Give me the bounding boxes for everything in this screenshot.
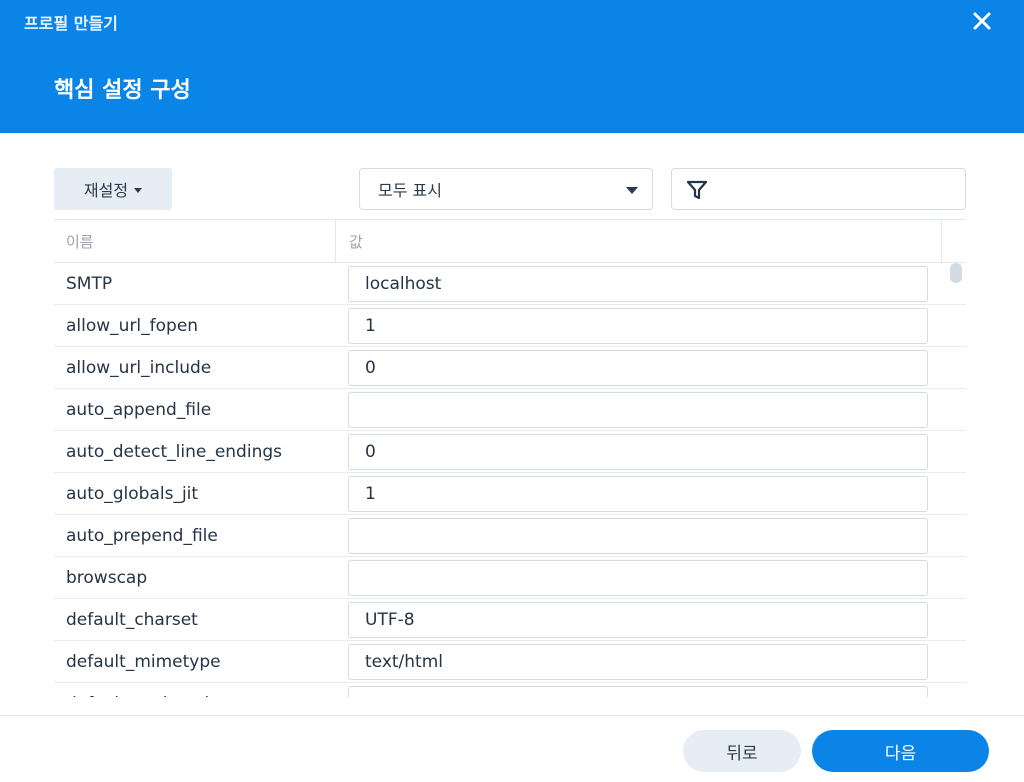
setting-name: default_socket_timeout (66, 683, 264, 697)
column-divider[interactable] (335, 220, 336, 262)
setting-value-input[interactable] (348, 392, 928, 428)
filter-icon (686, 179, 708, 201)
vertical-scrollbar[interactable] (950, 263, 962, 283)
table-row: allow_url_fopen (54, 305, 966, 347)
window-title: 프로필 만들기 (24, 14, 118, 33)
column-divider (941, 220, 942, 262)
caret-down-icon (134, 187, 143, 193)
grid-rows: SMTP allow_url_fopen allow_url_include a… (54, 263, 966, 697)
table-row: default_charset (54, 599, 966, 641)
back-button[interactable]: 뒤로 (683, 730, 801, 772)
setting-name: auto_append_file (66, 400, 212, 420)
setting-name: auto_globals_jit (66, 484, 199, 504)
reset-label: 재설정 (83, 181, 129, 200)
setting-value-input[interactable] (348, 308, 928, 344)
setting-name: allow_url_include (66, 358, 212, 378)
setting-name: allow_url_fopen (66, 316, 199, 336)
setting-name: auto_prepend_file (66, 526, 218, 546)
grid-header: 이름 값 (54, 219, 966, 263)
table-row: SMTP (54, 263, 966, 305)
setting-value-input[interactable] (348, 476, 928, 512)
table-row: browscap (54, 557, 966, 599)
table-row: allow_url_include (54, 347, 966, 389)
table-row: default_socket_timeout (54, 683, 966, 697)
setting-name: default_charset (66, 610, 198, 630)
show-select-value: 모두 표시 (378, 181, 442, 200)
next-button[interactable]: 다음 (812, 730, 989, 772)
setting-value-input[interactable] (348, 560, 928, 596)
toolbar: 재설정 모두 표시 (0, 168, 1024, 210)
table-row: auto_prepend_file (54, 515, 966, 557)
setting-value-input[interactable] (348, 644, 928, 680)
column-header-name[interactable]: 이름 (66, 220, 94, 262)
chevron-down-icon (626, 187, 638, 194)
setting-name: SMTP (66, 274, 113, 294)
close-icon[interactable] (970, 9, 994, 33)
footer-divider (0, 715, 1024, 716)
setting-value-input[interactable] (348, 518, 928, 554)
dialog-header: 프로필 만들기 핵심 설정 구성 (0, 0, 1024, 133)
table-row: auto_detect_line_endings (54, 431, 966, 473)
table-row: default_mimetype (54, 641, 966, 683)
setting-name: default_mimetype (66, 652, 221, 672)
filter-input[interactable] (716, 170, 956, 208)
setting-value-input[interactable] (348, 350, 928, 386)
setting-value-input[interactable] (348, 686, 928, 697)
filter-field[interactable] (671, 168, 966, 210)
settings-grid: 이름 값 SMTP allow_url_fopen allow_url_incl… (54, 219, 966, 697)
show-filter-select[interactable]: 모두 표시 (359, 168, 653, 210)
setting-value-input[interactable] (348, 266, 928, 302)
setting-name: auto_detect_line_endings (66, 442, 282, 462)
step-title: 핵심 설정 구성 (54, 78, 191, 103)
setting-value-input[interactable] (348, 602, 928, 638)
column-header-value[interactable]: 값 (349, 220, 363, 262)
setting-value-input[interactable] (348, 434, 928, 470)
setting-name: browscap (66, 568, 148, 588)
table-row: auto_globals_jit (54, 473, 966, 515)
reset-dropdown-button[interactable]: 재설정 (54, 168, 172, 210)
table-row: auto_append_file (54, 389, 966, 431)
